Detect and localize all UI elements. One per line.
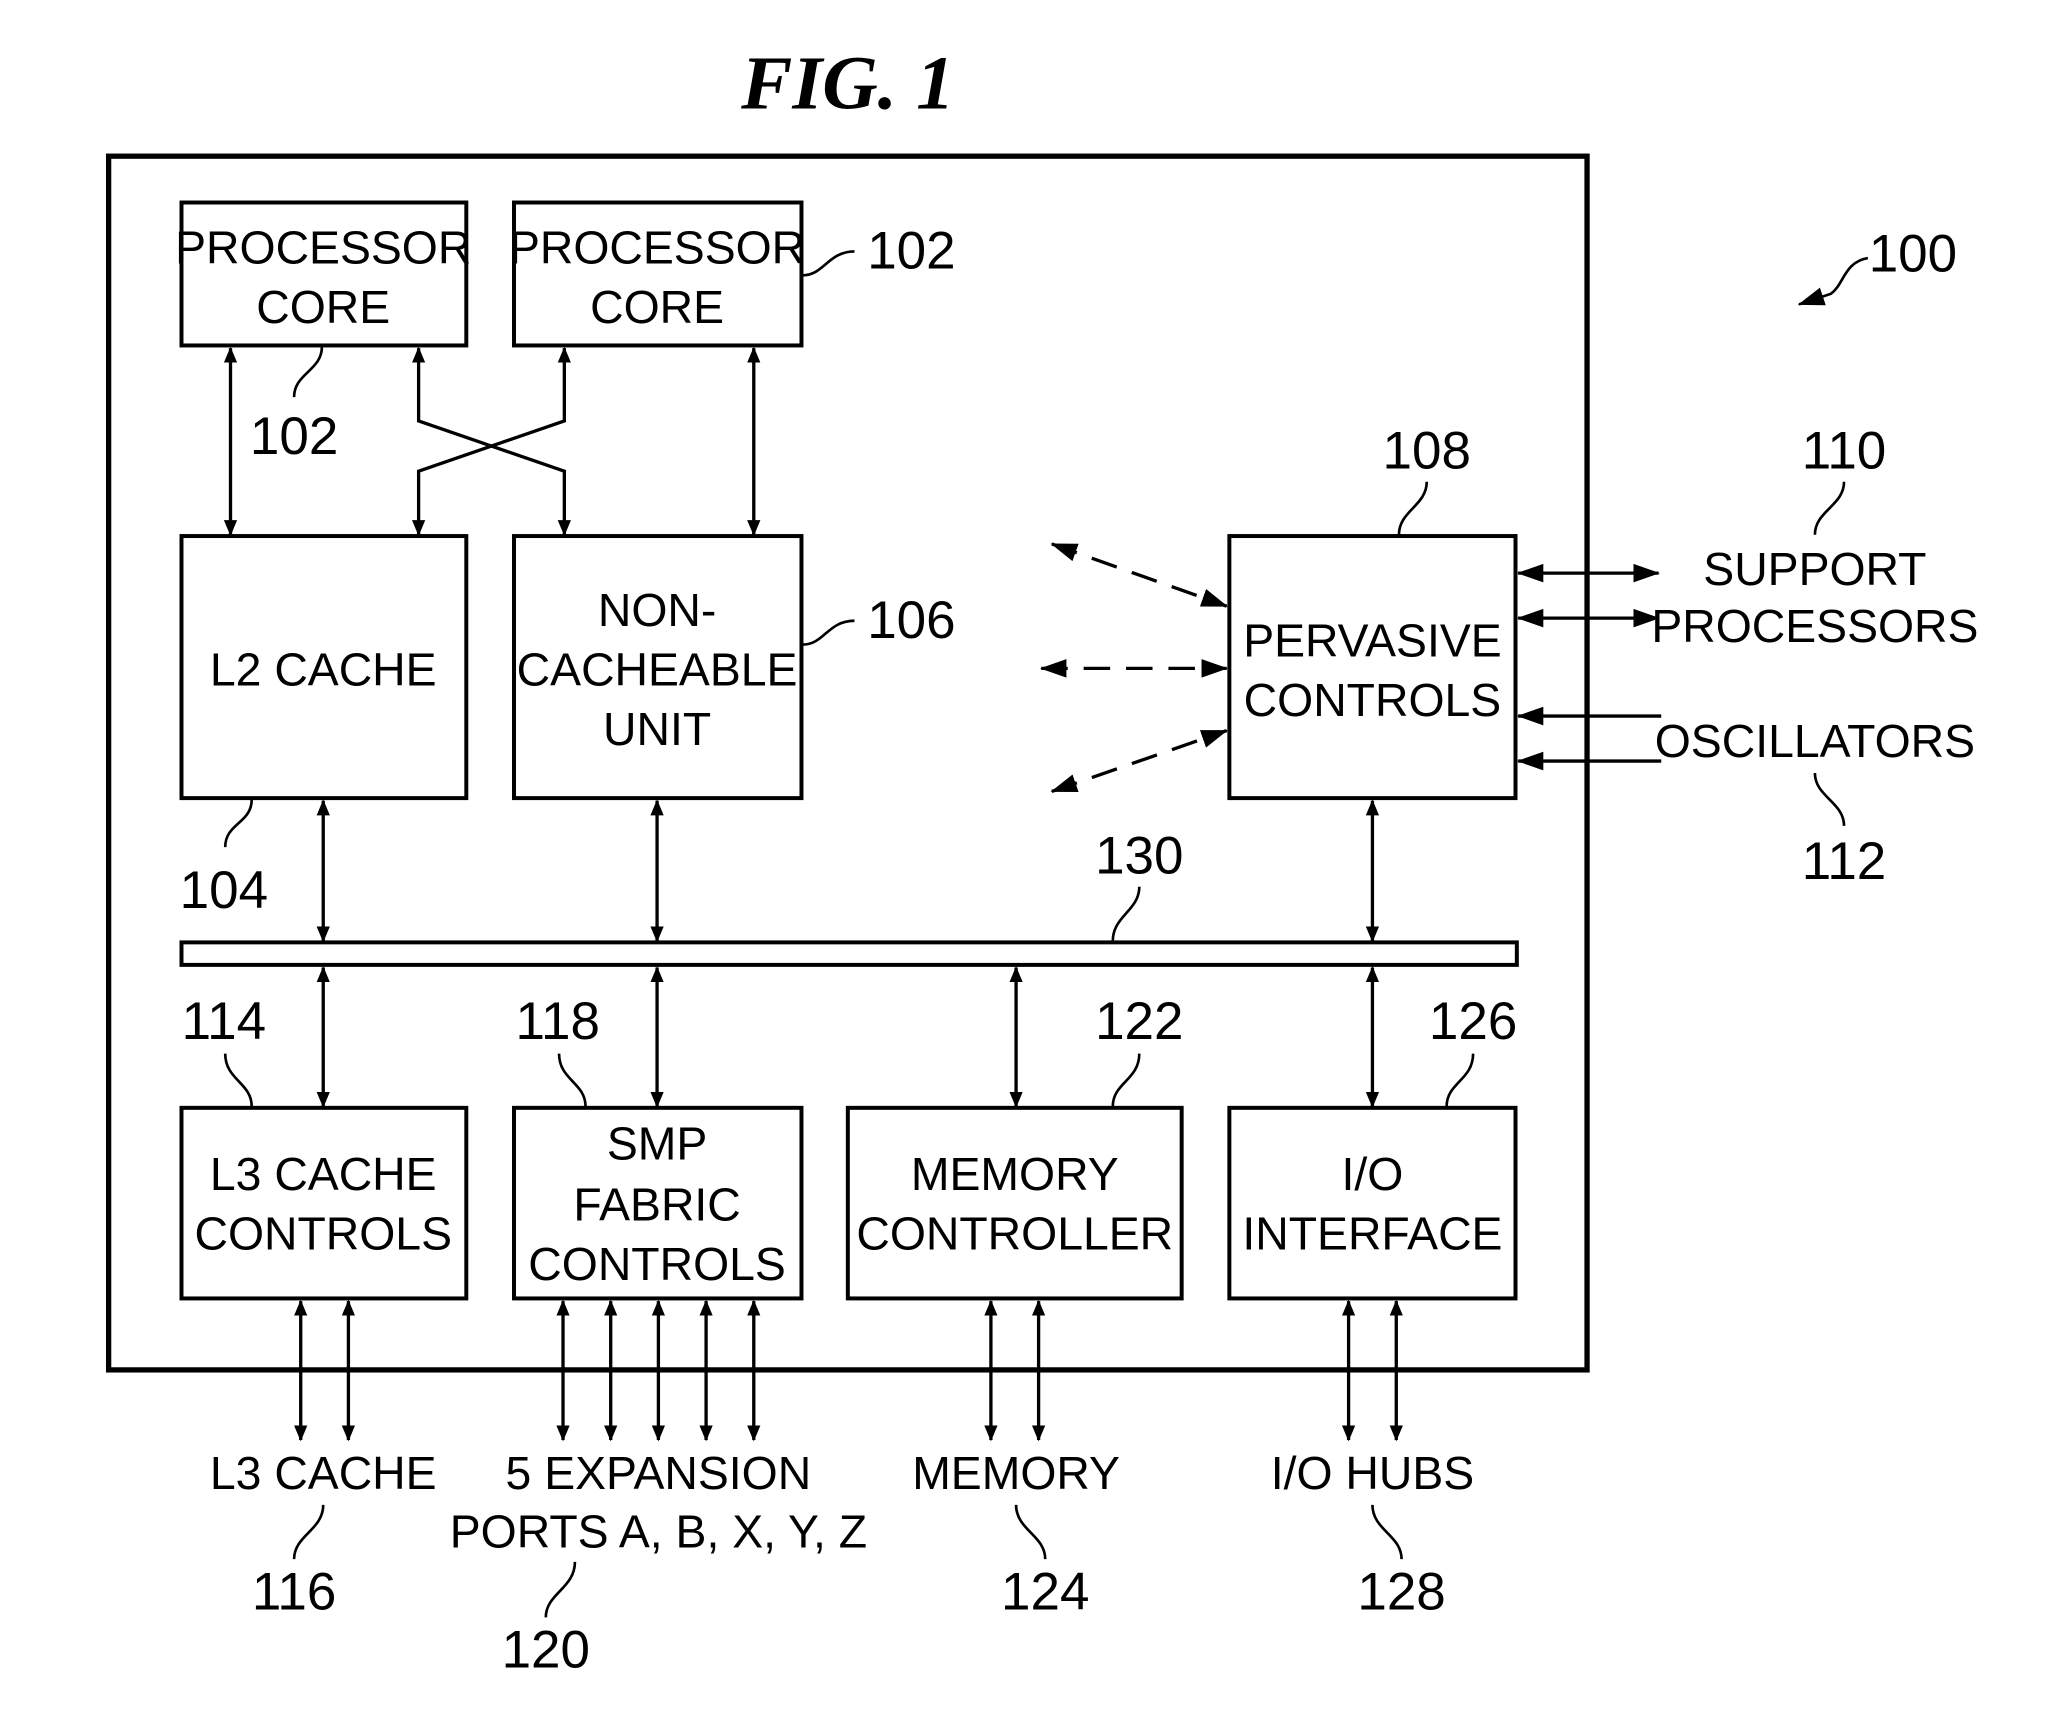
- ref-100: 100: [1869, 224, 1957, 283]
- support-processors-label-2: PROCESSORS: [1651, 600, 1978, 652]
- ref-122: 122: [1095, 992, 1183, 1051]
- processor-core-right-label-2: CORE: [590, 281, 724, 333]
- ref-126-leader: [1445, 1053, 1475, 1107]
- ref-120-leader: [544, 1561, 577, 1618]
- non-cacheable-unit-block: NON- CACHEABLE UNIT: [512, 534, 804, 801]
- processor-core-right-label-1: PROCESSOR: [509, 221, 805, 273]
- ref-114-leader: [223, 1053, 254, 1107]
- ref-112-leader: [1813, 772, 1846, 827]
- ref-128: 128: [1357, 1562, 1445, 1621]
- processor-block-diagram: FIG. 1 100 PROCESSOR CORE 102 PROCESSOR …: [105, 41, 1978, 1680]
- smp-label-3: CONTROLS: [528, 1238, 786, 1290]
- ncu-label-1: NON-: [598, 584, 716, 636]
- io-interface-label-1: I/O: [1342, 1148, 1404, 1200]
- ref-118: 118: [515, 992, 599, 1051]
- ref-106: 106: [867, 591, 955, 650]
- smp-label-1: SMP: [607, 1117, 707, 1169]
- ref-102-right-leader: [802, 250, 855, 277]
- l3-controls-label-1: L3 CACHE: [210, 1148, 437, 1200]
- ref-104-leader: [223, 799, 254, 848]
- ncu-label-2: CACHEABLE: [517, 644, 798, 696]
- ref-102-right: 102: [867, 222, 955, 281]
- ref-128-leader: [1371, 1504, 1403, 1560]
- system-bus: [179, 940, 1519, 967]
- ref-130: 130: [1095, 827, 1183, 886]
- support-processors-label-1: SUPPORT: [1703, 543, 1926, 595]
- io-interface-label-2: INTERFACE: [1242, 1207, 1502, 1259]
- ref-106-leader: [802, 619, 855, 646]
- processor-core-left-label-1: PROCESSOR: [175, 221, 471, 273]
- io-interface-block: I/O INTERFACE: [1227, 1105, 1518, 1301]
- l3-cache-controls-block: L3 CACHE CONTROLS: [179, 1105, 469, 1301]
- ref-102-left: 102: [250, 407, 338, 466]
- ref-118-leader: [557, 1053, 587, 1107]
- ref-100-arrow: [1797, 256, 1869, 306]
- ref-120: 120: [502, 1621, 590, 1680]
- ref-108-leader: [1397, 481, 1429, 535]
- ref-130-leader: [1111, 886, 1141, 942]
- ref-124-leader: [1014, 1504, 1047, 1560]
- ncu-label-3: UNIT: [603, 703, 711, 755]
- ref-102-left-leader: [292, 346, 324, 398]
- ref-112: 112: [1802, 832, 1886, 891]
- ref-110: 110: [1802, 422, 1886, 481]
- memory-controller-block: MEMORY CONTROLLER: [845, 1105, 1184, 1301]
- pervasive-label-1: PERVASIVE: [1243, 615, 1501, 667]
- ref-104: 104: [180, 861, 268, 920]
- l3-controls-label-2: CONTROLS: [194, 1207, 452, 1259]
- pervasive-controls-block: PERVASIVE CONTROLS: [1227, 534, 1518, 801]
- smp-label-2: FABRIC: [573, 1178, 740, 1230]
- pervasive-label-2: CONTROLS: [1244, 674, 1502, 726]
- l2-cache-label: L2 CACHE: [210, 644, 437, 696]
- core-left-ncu-link: [411, 346, 571, 537]
- ref-116-leader: [292, 1504, 325, 1560]
- core-right-l2-link: [411, 346, 571, 537]
- l2-cache-block: L2 CACHE: [179, 534, 469, 801]
- smp-fabric-controls-block: SMP FABRIC CONTROLS: [512, 1105, 804, 1301]
- figure-title: FIG. 1: [740, 41, 954, 126]
- ref-122-leader: [1111, 1053, 1141, 1107]
- processor-core-right: PROCESSOR CORE: [509, 200, 805, 348]
- processor-core-left: PROCESSOR CORE: [175, 200, 471, 348]
- processor-core-left-label-2: CORE: [256, 281, 390, 333]
- io-hubs-label: I/O HUBS: [1271, 1447, 1474, 1499]
- l3-cache-label: L3 CACHE: [210, 1447, 437, 1499]
- memory-controller-label-1: MEMORY: [911, 1148, 1119, 1200]
- ref-126: 126: [1429, 992, 1517, 1051]
- expansion-ports-label-2: PORTS A, B, X, Y, Z: [450, 1505, 867, 1557]
- ref-114: 114: [182, 992, 266, 1051]
- expansion-ports-label-1: 5 EXPANSION: [506, 1447, 812, 1499]
- oscillators-label: OSCILLATORS: [1655, 715, 1975, 767]
- memory-controller-label-2: CONTROLLER: [856, 1207, 1173, 1259]
- ref-116: 116: [252, 1562, 336, 1621]
- pervasive-dashed-link-upper: [1050, 542, 1228, 608]
- ref-110-leader: [1813, 481, 1846, 535]
- memory-label: MEMORY: [912, 1447, 1120, 1499]
- pervasive-dashed-link-lower: [1050, 729, 1228, 794]
- ref-124: 124: [1001, 1562, 1089, 1621]
- ref-108: 108: [1383, 422, 1471, 481]
